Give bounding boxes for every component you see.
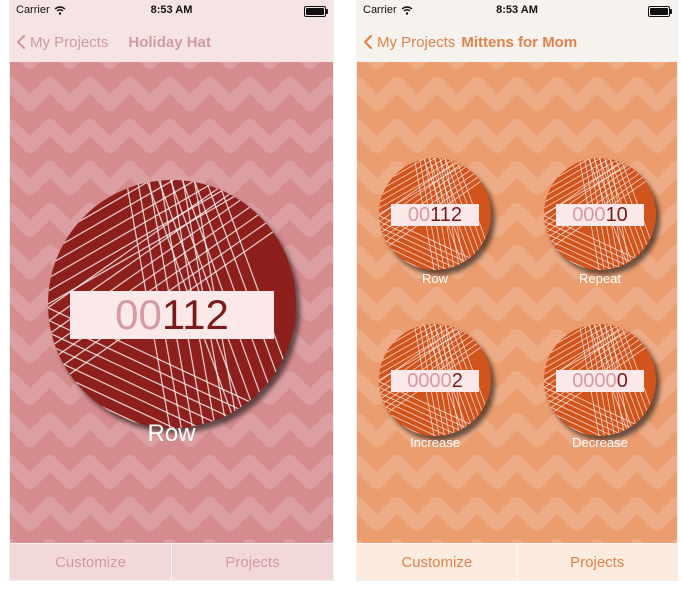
row-counter-button[interactable]: 00 112 — [48, 180, 296, 428]
clock: 8:53 AM — [496, 4, 538, 16]
counter-leading-zeros: 000 — [572, 203, 606, 226]
counter-value: 2 — [451, 369, 463, 392]
counter-value: 0 — [616, 369, 628, 392]
counter-label: Repeat — [579, 271, 621, 286]
counter-label: Increase — [410, 435, 460, 450]
tab-customize[interactable]: Customize — [10, 544, 171, 580]
tab-bar: Customize Projects — [10, 543, 333, 580]
status-bar: Carrier 8:53 AM — [357, 0, 677, 22]
tab-projects[interactable]: Projects — [516, 544, 678, 580]
phone-screen-mittens-for-mom: Carrier 8:53 AM My Projects Mittens for … — [357, 0, 677, 580]
content-area: 00 112 Row — [10, 62, 333, 544]
counter-display: 000 10 — [556, 204, 644, 226]
tab-customize[interactable]: Customize — [357, 544, 517, 580]
clock: 8:53 AM — [150, 4, 193, 16]
counter-value: 10 — [605, 203, 628, 226]
decrease-counter-button[interactable]: 0000 0 — [544, 324, 656, 436]
counter-label: Decrease — [572, 435, 628, 450]
content-area: 00 112 Row 000 10 Repeat 0000 2 Increase 00… — [357, 62, 677, 544]
counter-value: 112 — [430, 203, 463, 226]
chevron-left-icon — [363, 34, 373, 50]
status-bar: Carrier 8:53 AM — [10, 0, 333, 22]
back-button[interactable]: My Projects — [363, 34, 455, 51]
tab-bar: Customize Projects — [357, 543, 677, 580]
chevron-pattern-background — [357, 62, 677, 544]
counter-display: 00 112 — [70, 291, 274, 339]
counter-leading-zeros: 00 — [407, 203, 431, 226]
counter-leading-zeros: 0000 — [572, 369, 617, 392]
counter-label: Row — [421, 271, 448, 286]
counter-value: 112 — [161, 291, 229, 338]
repeat-counter-button[interactable]: 000 10 — [544, 158, 656, 270]
back-button-label: My Projects — [377, 33, 456, 51]
battery-icon — [648, 6, 672, 17]
chevron-left-icon — [16, 34, 26, 50]
counter-display: 0000 2 — [391, 370, 479, 392]
increase-counter-button[interactable]: 0000 2 — [379, 324, 491, 436]
counter-display: 00 112 — [391, 204, 479, 226]
tab-projects[interactable]: Projects — [171, 544, 333, 580]
row-counter-button[interactable]: 00 112 — [379, 158, 491, 270]
back-button-label: My Projects — [30, 33, 109, 51]
battery-icon — [304, 6, 328, 17]
counter-leading-zeros: 00 — [115, 291, 162, 338]
navigation-bar: My Projects Mittens for Mom — [357, 22, 677, 62]
navigation-bar: My Projects Holiday Hat — [10, 22, 333, 62]
phone-screen-holiday-hat: Carrier 8:53 AM My Projects Holiday Hat … — [10, 0, 333, 580]
page-title: Mittens for Mom — [461, 33, 578, 51]
back-button[interactable]: My Projects — [16, 34, 108, 51]
page-title: Holiday Hat — [128, 33, 211, 51]
counter-label: Row — [147, 420, 196, 447]
counter-leading-zeros: 0000 — [407, 369, 452, 392]
counter-display: 0000 0 — [556, 370, 644, 392]
